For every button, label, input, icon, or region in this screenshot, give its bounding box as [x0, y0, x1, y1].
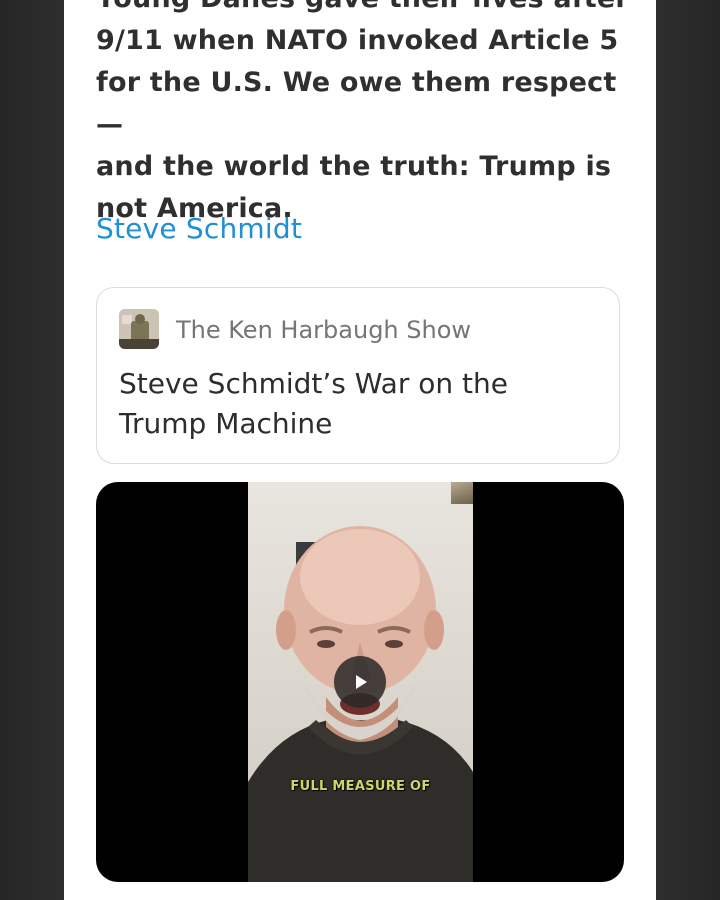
publication-name[interactable]: The Ken Harbaugh Show [176, 316, 471, 344]
publication-avatar-icon [119, 309, 159, 349]
author-link[interactable]: Steve Schmidt [96, 212, 302, 245]
page-background-right [656, 0, 720, 900]
post-card: Young Danes gave their lives after 9/11 … [64, 0, 656, 900]
play-button[interactable] [334, 656, 386, 708]
play-icon [356, 675, 367, 689]
embedded-post-title[interactable]: Steve Schmidt’s War on the Trump Machine [119, 364, 589, 444]
channel-thumbnail-icon [451, 482, 473, 504]
embedded-post-card[interactable]: The Ken Harbaugh Show Steve Schmidt’s Wa… [96, 287, 620, 464]
page-background-left [0, 0, 64, 900]
video-player[interactable]: FULL MEASURE OF [96, 482, 624, 882]
video-caption: FULL MEASURE OF [290, 779, 431, 794]
post-text: Young Danes gave their lives after 9/11 … [96, 0, 629, 224]
